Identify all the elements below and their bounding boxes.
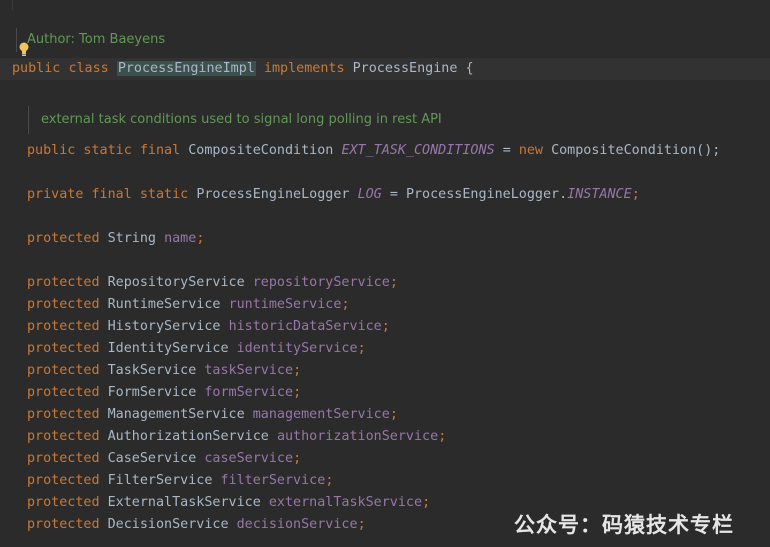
modifiers: protected (27, 275, 100, 290)
log-field-line[interactable]: private final static ProcessEngineLogger… (27, 184, 640, 206)
field-type[interactable]: ManagementService (108, 407, 245, 422)
ext-task-doc-comment: external task conditions used to signal … (28, 106, 442, 134)
new-keyword: new (518, 143, 543, 158)
semicolon: ; (341, 297, 350, 312)
field-name[interactable]: authorizationService (277, 429, 438, 444)
field-name[interactable]: caseService (204, 451, 293, 466)
code-editor[interactable]: Author: Tom Baeyens public class Process… (0, 0, 770, 547)
service-field-line[interactable]: protected IdentityService identityServic… (27, 338, 366, 360)
field-name[interactable]: EXT_TASK_CONDITIONS (341, 143, 494, 158)
semicolon: ; (293, 451, 302, 466)
field-name[interactable]: filterService (221, 473, 326, 488)
field-type[interactable]: ExternalTaskService (108, 495, 261, 510)
modifiers: protected (27, 429, 100, 444)
field-name[interactable]: LOG (358, 187, 382, 202)
field-name[interactable]: runtimeService (229, 297, 342, 312)
modifiers: private final static (27, 187, 189, 202)
semicolon: ; (381, 319, 390, 334)
const-field-line[interactable]: public static final CompositeCondition E… (27, 140, 720, 162)
modifiers: protected (27, 341, 100, 356)
modifiers: protected (27, 407, 100, 422)
field-type[interactable]: HistoryService (108, 319, 221, 334)
field-name[interactable]: decisionService (237, 517, 358, 532)
field-name[interactable]: formService (204, 385, 293, 400)
service-field-line[interactable]: protected AuthorizationService authoriza… (27, 426, 446, 448)
name-field-line[interactable]: protected String name; (27, 228, 204, 250)
service-field-line[interactable]: protected DecisionService decisionServic… (27, 514, 366, 536)
modifiers: protected (27, 297, 100, 312)
field-type[interactable]: AuthorizationService (108, 429, 269, 444)
author-doc-comment: Author: Tom Baeyens (16, 28, 165, 52)
service-field-line[interactable]: protected CaseService caseService; (27, 448, 301, 470)
initializer[interactable]: CompositeCondition(); (551, 143, 720, 158)
class-keyword: class (68, 61, 109, 76)
service-field-line[interactable]: protected RuntimeService runtimeService; (27, 294, 350, 316)
assign-operator: = (502, 143, 511, 158)
semicolon: ; (325, 473, 334, 488)
watermark-text: 公众号：码猿技术专栏 (514, 513, 734, 537)
field-name[interactable]: historicDataService (229, 319, 382, 334)
field-name[interactable]: externalTaskService (269, 495, 422, 510)
field-type[interactable]: TaskService (108, 363, 197, 378)
author-comment-text: Author: Tom Baeyens (27, 32, 166, 47)
modifiers: protected (27, 517, 100, 532)
field-type[interactable]: FormService (108, 385, 197, 400)
indent-guide (12, 0, 13, 10)
semicolon: ; (357, 517, 366, 532)
field-name[interactable]: identityService (237, 341, 358, 356)
field-name[interactable]: managementService (253, 407, 390, 422)
field-type[interactable]: IdentityService (108, 341, 229, 356)
field-type[interactable]: RuntimeService (108, 297, 221, 312)
semicolon: ; (631, 187, 640, 202)
field-type[interactable]: RepositoryService (108, 275, 245, 290)
class-declaration-line[interactable]: public class ProcessEngineImpl implement… (0, 58, 770, 80)
field-type[interactable]: FilterService (108, 473, 213, 488)
service-field-line[interactable]: protected FormService formService; (27, 382, 301, 404)
semicolon: ; (389, 407, 398, 422)
service-field-line[interactable]: protected FilterService filterService; (27, 470, 333, 492)
modifiers: protected (27, 363, 100, 378)
modifiers: protected (27, 495, 100, 510)
semicolon: ; (422, 495, 431, 510)
field-name[interactable]: name (164, 231, 196, 246)
class-name[interactable]: ProcessEngineImpl (116, 61, 256, 76)
modifiers: public static final (27, 143, 181, 158)
interface-name[interactable]: ProcessEngine (353, 61, 458, 76)
field-type[interactable]: CompositeCondition (188, 143, 333, 158)
semicolon: ; (438, 429, 447, 444)
field-name[interactable]: repositoryService (253, 275, 390, 290)
semicolon: ; (196, 231, 205, 246)
field-type[interactable]: ProcessEngineLogger (196, 187, 349, 202)
service-field-line[interactable]: protected HistoryService historicDataSer… (27, 316, 390, 338)
modifiers: protected (27, 473, 100, 488)
initializer-constant[interactable]: INSTANCE (567, 187, 632, 202)
service-field-line[interactable]: protected ExternalTaskService externalTa… (27, 492, 430, 514)
modifiers: protected (27, 231, 100, 246)
field-name[interactable]: taskService (204, 363, 293, 378)
semicolon: ; (357, 341, 366, 356)
initializer-prefix[interactable]: ProcessEngineLogger. (406, 187, 567, 202)
service-field-line[interactable]: protected RepositoryService repositorySe… (27, 272, 398, 294)
public-keyword: public (12, 61, 61, 76)
modifiers: protected (27, 451, 100, 466)
service-field-line[interactable]: protected TaskService taskService; (27, 360, 301, 382)
field-type[interactable]: DecisionService (108, 517, 229, 532)
modifiers: protected (27, 319, 100, 334)
ext-comment-text: external task conditions used to signal … (41, 112, 442, 127)
field-type[interactable]: CaseService (108, 451, 197, 466)
semicolon: ; (389, 275, 398, 290)
semicolon: ; (293, 385, 302, 400)
assign-operator: = (389, 187, 398, 202)
open-brace: { (465, 61, 474, 76)
field-type[interactable]: String (108, 231, 156, 246)
lightbulb-icon[interactable] (19, 42, 29, 57)
modifiers: protected (27, 385, 100, 400)
service-field-line[interactable]: protected ManagementService managementSe… (27, 404, 398, 426)
semicolon: ; (293, 363, 302, 378)
implements-keyword: implements (263, 61, 345, 76)
